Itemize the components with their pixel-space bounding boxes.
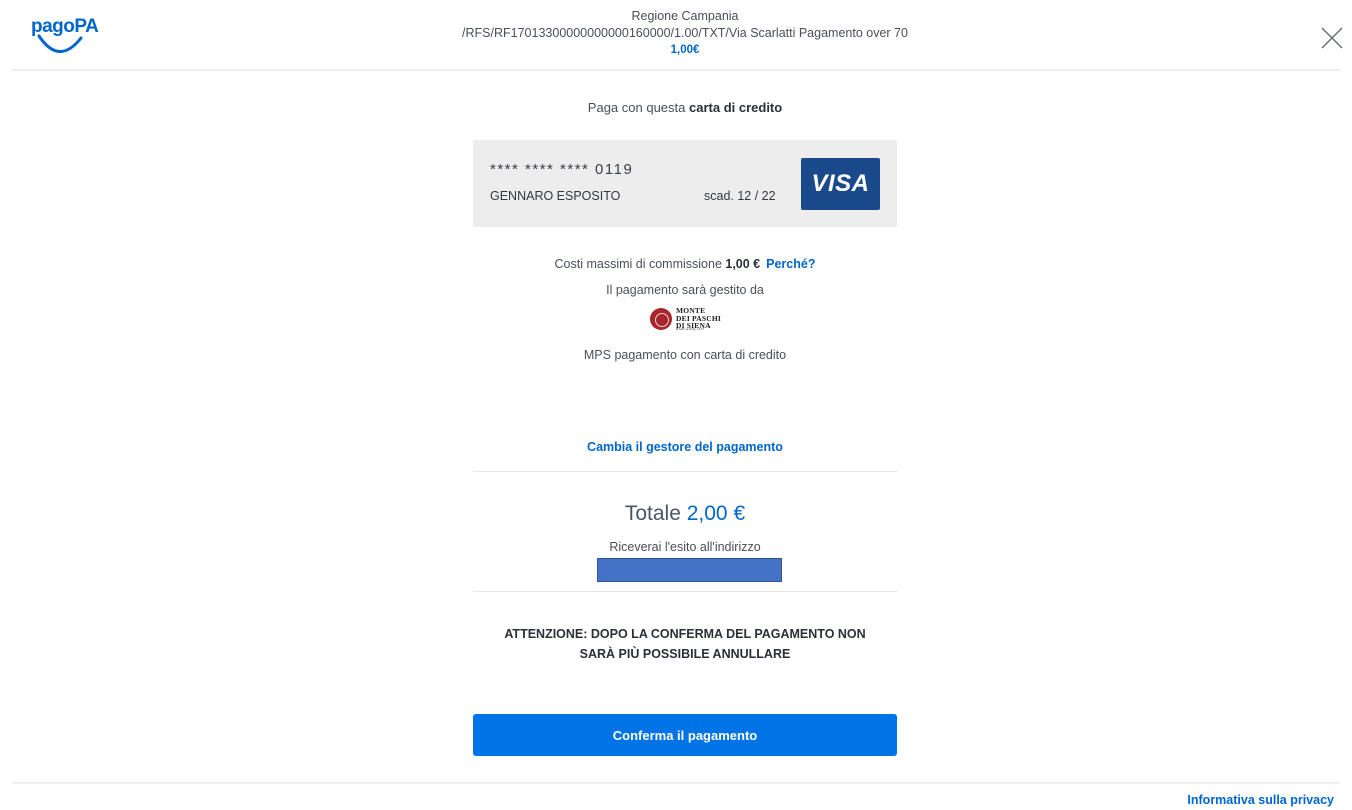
total: Totale 2,00 € [473,502,897,526]
psp-description: MPS pagamento con carta di credito [583,348,787,362]
payment-method-title-bold: carta di credito [689,100,783,115]
managed-by-label: Il pagamento sarà gestito da [606,283,764,297]
card-holder: GENNARO ESPOSITO [490,189,621,203]
fees-info: Costi massimi di commissione 1,00 € Perch… [473,257,897,271]
visa-logo: VISA [801,158,880,210]
fees-why-link[interactable]: Perché? [766,257,815,271]
credit-card[interactable]: **** **** **** 0119 GENNARO ESPOSITO sca… [473,140,897,227]
divider [473,471,897,472]
header-divider [12,69,1340,71]
card-brand: VISA [811,170,870,197]
payment-amount: 1,00€ [670,44,700,56]
card-expiry: scad. 12 / 22 [704,189,776,203]
change-psp-link[interactable]: Cambia il gestore del pagamento [473,440,897,454]
close-icon[interactable] [1318,24,1346,52]
divider [473,591,897,592]
fees-amount: 1,00 € [725,257,761,271]
logo-arc-icon [37,34,83,53]
payment-method-title-prefix: Paga con questa [587,100,689,115]
receive-label: Riceverai l'esito all'indirizzo [609,540,761,554]
footer-divider [12,782,1340,784]
privacy-link[interactable]: Informativa sulla privacy [1187,793,1334,807]
total-label: Totale [624,502,687,525]
total-value: 2,00 € [686,502,746,525]
fees-label: Costi massimi di commissione [554,257,726,271]
confirm-payment-button[interactable]: Conferma il pagamento [473,714,897,756]
entity-name: Regione Campania [631,9,739,23]
pagopa-logo[interactable]: pagoPA [31,16,99,56]
psp-logo-sub: BANCA DAL 1472 [676,327,704,331]
payment-description: /RFS/RF17013300000000000160000/1.00/TXT/… [462,26,908,40]
header: pagoPA Regione Campania /RFS/RF170133000… [0,0,1352,70]
card-number: **** **** **** 0119 [490,161,634,178]
warning-text: ATTENZIONE: DOPO LA CONFERMA DEL PAGAMEN… [504,627,866,661]
payment-summary: Regione Campania /RFS/RF1701330000000000… [400,8,970,59]
payment-method-title: Paga con questa carta di credito [473,100,897,115]
psp-logo: MONTE DEI PASCHI DI SIENA BANCA DAL 1472 [650,306,724,332]
redacted-email [597,558,782,582]
psp-seal-icon [650,308,672,330]
